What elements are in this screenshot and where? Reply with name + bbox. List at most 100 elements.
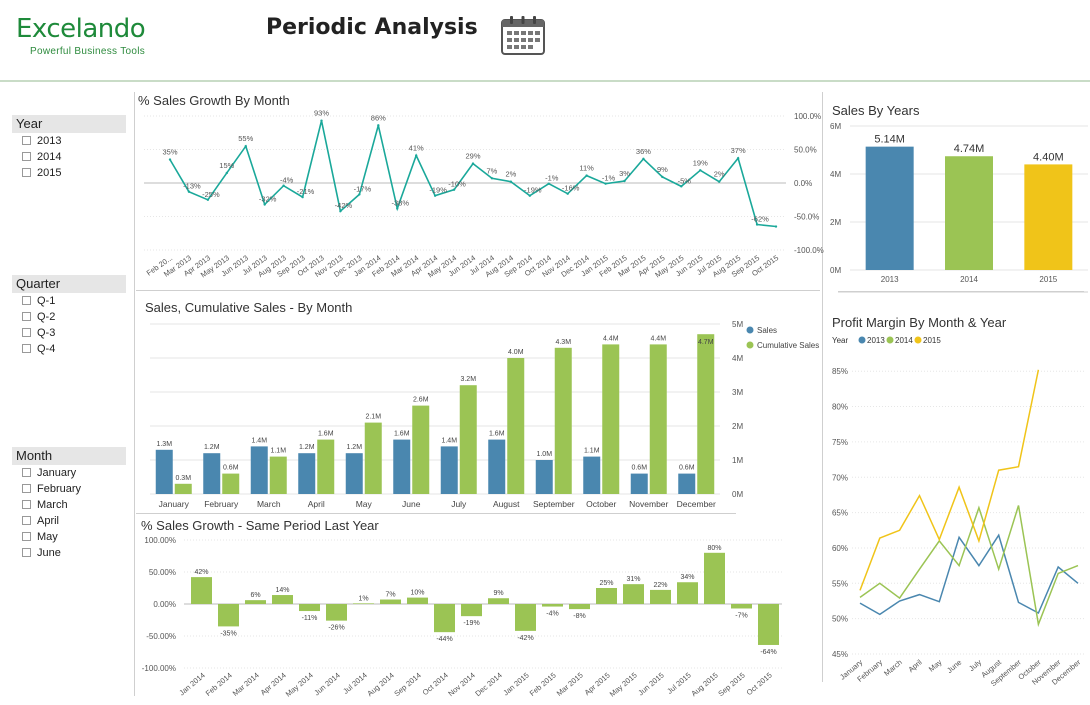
series-2015-line — [859, 369, 1040, 591]
slicer-year-item[interactable]: 2013 — [12, 133, 126, 149]
slicer-quarter-item[interactable]: Q-2 — [12, 309, 126, 325]
checkbox[interactable] — [22, 500, 31, 509]
growth-bar — [488, 598, 509, 604]
checkbox[interactable] — [22, 516, 31, 525]
slicer-month-title[interactable]: Month — [12, 447, 126, 465]
data-label: 3% — [619, 169, 630, 178]
checkbox[interactable] — [22, 344, 31, 353]
data-label: -38% — [391, 198, 409, 207]
data-label: 0.6M — [679, 465, 695, 472]
growth-bar — [218, 604, 239, 627]
sales-bar — [250, 446, 268, 494]
y-tick-label: 45% — [832, 650, 848, 659]
slicer-month-item[interactable]: June — [12, 545, 126, 561]
slicer-quarter: Quarter Q-1 Q-2 Q-3 Q-4 — [12, 275, 126, 357]
sales-bar — [440, 446, 458, 494]
checkbox[interactable] — [22, 468, 31, 477]
data-label: 9% — [493, 590, 503, 597]
checkbox[interactable] — [22, 312, 31, 321]
checkbox[interactable] — [22, 168, 31, 177]
data-point — [377, 124, 380, 127]
data-label: 29% — [465, 152, 480, 161]
growth-bar — [299, 604, 320, 612]
divider-left — [134, 92, 135, 696]
slicer-month-item[interactable]: March — [12, 497, 126, 513]
growth-bar — [731, 604, 752, 609]
growth-bar — [542, 604, 563, 607]
series-2013-line — [859, 533, 1079, 616]
slicer-year-list: 2013 2014 2015 — [12, 133, 126, 181]
growth-bar — [272, 595, 293, 604]
data-point — [509, 180, 513, 183]
x-tick-label: March — [257, 499, 281, 509]
chart-title-growth-by-month: % Sales Growth By Month — [138, 93, 290, 108]
data-point — [755, 223, 759, 226]
slicer-month-item[interactable]: April — [12, 513, 126, 529]
data-label: -42% — [335, 201, 353, 210]
checkbox[interactable] — [22, 484, 31, 493]
data-label: 11% — [579, 164, 594, 173]
slicer-quarter-item[interactable]: Q-4 — [12, 341, 126, 357]
sales-bar — [630, 473, 648, 494]
x-tick-label: Feb 2015 — [528, 671, 558, 698]
x-tick-label: March — [882, 658, 904, 678]
x-tick-label: January — [159, 499, 190, 509]
data-label: 36% — [636, 147, 651, 156]
checkbox[interactable] — [22, 328, 31, 337]
x-tick-label: Dec 2014 — [473, 671, 503, 699]
y-tick-label: 100.00% — [144, 536, 176, 545]
slicer-quarter-title: Quarter — [12, 275, 126, 293]
y-tick-label: 3M — [732, 388, 743, 397]
logo-text: Excelando — [16, 14, 146, 44]
data-label: 4.0M — [508, 349, 524, 356]
slicer-year-item-label: 2015 — [37, 167, 62, 179]
growth-bar — [650, 589, 671, 604]
data-label: -42% — [517, 635, 533, 642]
sales-bar — [393, 439, 411, 494]
slicer-month-list[interactable]: January February March April May June July — [12, 465, 126, 563]
data-point — [263, 203, 266, 206]
x-tick-label: October — [586, 499, 616, 509]
data-label: 4.4M — [650, 335, 666, 342]
divider-row-1 — [136, 290, 820, 291]
data-label: 35% — [162, 148, 177, 157]
growth-bar — [326, 604, 347, 621]
chart-growth-same-period: 100.00% 50.00% 0.00% -50.00% -100.00% 42% Jan … — [142, 536, 782, 699]
x-tick-label: Jul 2014 — [341, 671, 369, 696]
legend-label: 2013 — [867, 336, 885, 345]
data-point — [717, 180, 721, 183]
growth-bar — [407, 597, 428, 604]
checkbox[interactable] — [22, 548, 31, 557]
data-label: 1.4M — [251, 437, 267, 444]
checkbox[interactable] — [22, 152, 31, 161]
legend-marker — [746, 326, 754, 334]
data-point — [736, 157, 740, 160]
slicer-year-item[interactable]: 2015 — [12, 165, 126, 181]
data-point — [774, 225, 778, 228]
y-tick-label: 4M — [732, 354, 743, 363]
x-tick-label: November — [629, 499, 668, 509]
data-label: -19% — [524, 186, 542, 195]
y-tick-label: -100.0% — [794, 246, 824, 255]
slicer-month-item[interactable]: May — [12, 529, 126, 545]
slicer-quarter-item[interactable]: Q-1 — [12, 293, 126, 309]
growth-bar — [596, 588, 617, 604]
data-label: 4.74M — [954, 143, 985, 155]
slicer-month-item[interactable]: February — [12, 481, 126, 497]
data-label: 1.6M — [318, 431, 334, 438]
data-label: 4.3M — [555, 339, 571, 346]
checkbox[interactable] — [22, 532, 31, 541]
slicer-month-item[interactable]: July — [12, 561, 126, 563]
checkbox[interactable] — [22, 296, 31, 305]
data-label: 93% — [314, 109, 329, 118]
y-tick-label: 4M — [830, 170, 841, 179]
x-tick-label: Feb 2014 — [204, 671, 234, 698]
chart-cumulative-sales: 0M1M2M3M4M5M1.3M 1.2M1.4M1.2M 1.2M1.6M1.4M… — [150, 320, 819, 509]
slicer-year-item[interactable]: 2014 — [12, 149, 126, 165]
slicer-month-item[interactable]: January — [12, 465, 126, 481]
data-label: -5% — [678, 176, 692, 185]
x-tick-label: May 2014 — [284, 671, 315, 699]
slicer-quarter-item[interactable]: Q-3 — [12, 325, 126, 341]
checkbox[interactable] — [22, 136, 31, 145]
cumulative-bar — [269, 456, 287, 494]
